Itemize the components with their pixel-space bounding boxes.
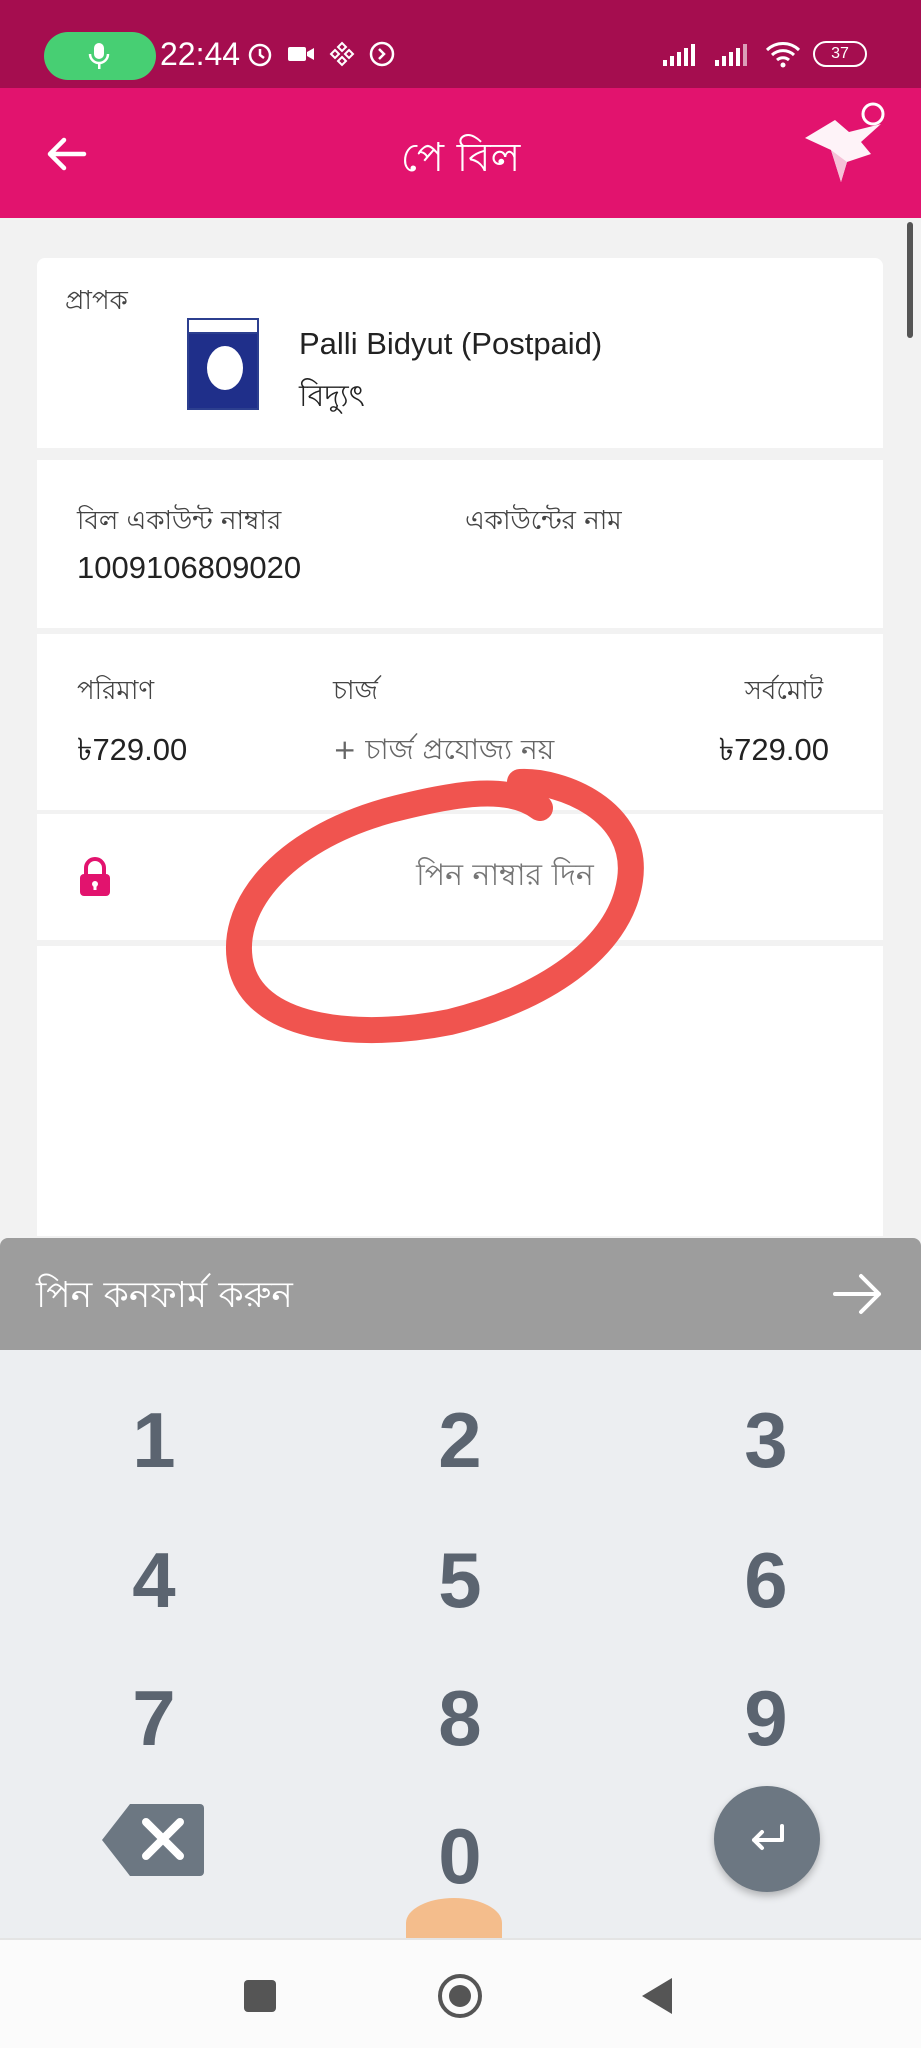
battery-icon: 37 <box>813 41 867 67</box>
amount-label: পরিমাণ <box>77 676 155 706</box>
key-7[interactable]: 7 <box>34 1658 274 1778</box>
scrollbar[interactable] <box>907 222 913 338</box>
backspace-icon[interactable] <box>100 1800 206 1880</box>
key-1[interactable]: 1 <box>34 1380 274 1500</box>
recipient-card: প্রাপক Palli Bidyut (Postpaid) বিদ্যুৎ <box>37 258 883 448</box>
lock-icon <box>80 857 110 896</box>
arrow-right-icon <box>833 1274 881 1314</box>
video-recording-icon <box>288 47 314 61</box>
status-time: 22:44 <box>160 36 241 72</box>
microphone-icon <box>88 43 110 69</box>
biller-name: Palli Bidyut (Postpaid) <box>299 326 603 361</box>
biller-logo <box>187 318 259 410</box>
key-8[interactable]: 8 <box>340 1658 580 1778</box>
page-title: পে বিল <box>400 135 521 181</box>
binance-icon <box>329 41 355 67</box>
key-6[interactable]: 6 <box>646 1520 886 1640</box>
shazam-icon <box>369 41 395 67</box>
content-spacer <box>37 946 883 1236</box>
amount-card: পরিমাণ ৳729.00 চার্জ + চার্জ প্রযোজ্য নয… <box>37 634 883 810</box>
home-icon[interactable] <box>434 1970 486 2022</box>
system-icons: 37 <box>661 40 867 68</box>
key-5[interactable]: 5 <box>340 1520 580 1640</box>
enter-icon <box>752 1824 784 1850</box>
recent-apps-icon[interactable] <box>234 1970 286 2022</box>
back-nav-icon[interactable] <box>634 1970 686 2022</box>
key-9[interactable]: 9 <box>646 1658 886 1778</box>
bkash-bird-logo[interactable] <box>801 102 885 202</box>
account-number-value: 1009106809020 <box>77 550 302 585</box>
mic-active-indicator[interactable] <box>44 32 156 80</box>
total-label: সর্বমোট <box>744 676 823 706</box>
charge-value: + চার্জ প্রযোজ্য নয় <box>333 733 555 766</box>
amount-value: ৳729.00 <box>77 732 188 767</box>
system-nav-bar <box>0 1938 921 2048</box>
enter-key[interactable] <box>714 1786 820 1892</box>
numeric-keypad: 1 2 3 4 5 6 7 8 9 0 <box>0 1350 921 1938</box>
biller-category: বিদ্যুৎ <box>299 379 365 414</box>
charge-label: চার্জ <box>333 676 378 706</box>
account-number-label: বিল একাউন্ট নাম্বার <box>77 506 282 536</box>
pin-card <box>37 814 883 940</box>
signal-icon <box>663 44 695 66</box>
pin-input[interactable] <box>305 850 705 900</box>
confirm-pin-label: পিন কনফার্ম করুন <box>36 1275 293 1316</box>
key-4[interactable]: 4 <box>34 1520 274 1640</box>
key-2[interactable]: 2 <box>340 1380 580 1500</box>
total-value: ৳729.00 <box>718 732 829 767</box>
account-card: বিল একাউন্ট নাম্বার 1009106809020 একাউন্… <box>37 460 883 628</box>
status-bar: 22:44 37 <box>0 0 921 88</box>
alarm-icon <box>248 43 272 67</box>
signal-icon <box>715 44 747 66</box>
recipient-label: প্রাপক <box>65 286 128 316</box>
app-bar: পে বিল <box>0 88 921 218</box>
confirm-pin-button[interactable]: পিন কনফার্ম করুন <box>0 1238 921 1350</box>
notification-icons <box>246 40 396 68</box>
account-name-label: একাউন্টের নাম <box>465 506 622 536</box>
key-3[interactable]: 3 <box>646 1380 886 1500</box>
wifi-icon <box>765 42 801 68</box>
